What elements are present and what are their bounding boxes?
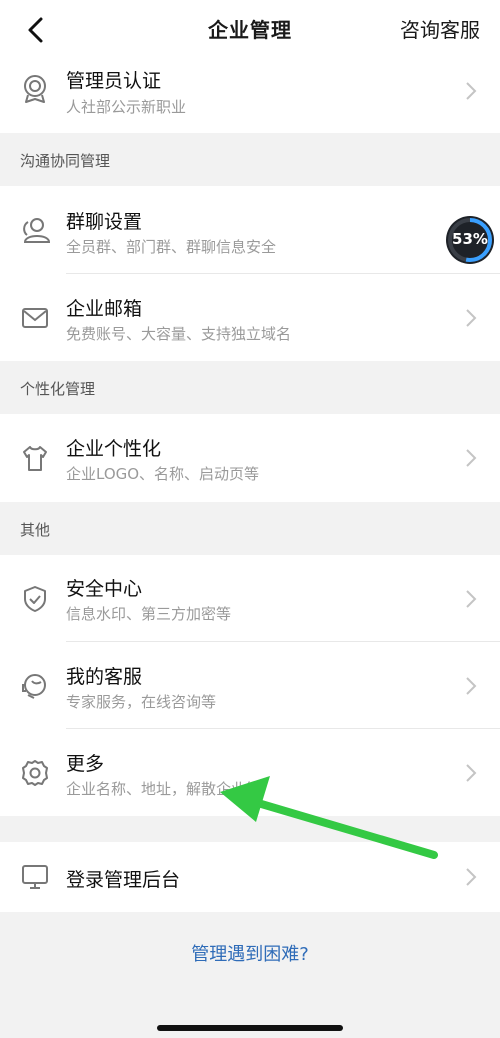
section-header-personalization: 个性化管理 [0, 361, 500, 414]
chevron-right-icon [466, 449, 477, 467]
group-user-icon [23, 218, 50, 243]
help-link[interactable]: 管理遇到困难? [0, 940, 500, 966]
section-header-other: 其他 [0, 502, 500, 555]
home-indicator [157, 1025, 343, 1031]
item-subtitle: 企业名称、地址，解散企业等 [66, 780, 262, 798]
chevron-right-icon [466, 868, 477, 886]
item-label: 登录管理后台 [66, 869, 181, 891]
shield-check-icon [24, 586, 46, 612]
section-header-communication: 沟通协同管理 [0, 133, 500, 186]
list-item-personalization[interactable]: 企业个性化 企业LOGO、名称、启动页等 [0, 414, 500, 502]
item-subtitle: 人社部公示新职业 [66, 98, 187, 116]
section-title: 其他 [20, 521, 51, 539]
nav-bar: 企业管理 咨询客服 [0, 0, 500, 60]
list-item-group-chat[interactable]: 群聊设置 全员群、部门群、群聊信息安全 [0, 186, 500, 274]
list-item-security-center[interactable]: 安全中心 信息水印、第三方加密等 [0, 555, 500, 642]
chevron-right-icon [466, 82, 477, 100]
item-label: 安全中心 [66, 578, 143, 600]
item-label: 我的客服 [66, 666, 143, 688]
item-label: 企业邮箱 [66, 298, 143, 320]
shirt-icon [23, 446, 47, 471]
item-subtitle: 免费账号、大容量、支持独立域名 [66, 325, 292, 343]
progress-text: 53% [452, 230, 488, 248]
monitor-icon [22, 865, 48, 889]
section-title: 个性化管理 [20, 380, 96, 398]
list-item-my-service[interactable]: 我的客服 专家服务，在线咨询等 [0, 642, 500, 729]
section-title: 沟通协同管理 [20, 152, 111, 170]
item-subtitle: 企业LOGO、名称、启动页等 [66, 465, 260, 483]
chevron-right-icon [466, 677, 477, 695]
chevron-right-icon [466, 309, 477, 327]
item-subtitle: 信息水印、第三方加密等 [66, 605, 232, 623]
list-item-more[interactable]: 更多 企业名称、地址，解散企业等 [0, 729, 500, 816]
list-item-admin-cert[interactable]: 管理员认证 人社部公示新职业 [0, 60, 500, 133]
item-subtitle: 专家服务，在线咨询等 [66, 693, 217, 711]
progress-badge[interactable]: 53% [446, 216, 494, 264]
item-label: 管理员认证 [66, 70, 162, 92]
item-subtitle: 全员群、部门群、群聊信息安全 [66, 238, 277, 256]
item-label: 更多 [66, 753, 105, 775]
gear-icon [22, 760, 48, 786]
mail-icon [22, 308, 48, 328]
list-item-mailbox[interactable]: 企业邮箱 免费账号、大容量、支持独立域名 [0, 274, 500, 361]
chevron-right-icon [466, 764, 477, 782]
chevron-right-icon [466, 590, 477, 608]
headset-icon [22, 674, 46, 699]
consult-service-button[interactable]: 咨询客服 [400, 14, 480, 43]
item-label: 企业个性化 [66, 438, 162, 460]
item-label: 群聊设置 [66, 211, 143, 233]
medal-icon [24, 75, 46, 103]
list-item-login-console[interactable]: 登录管理后台 [0, 842, 500, 912]
